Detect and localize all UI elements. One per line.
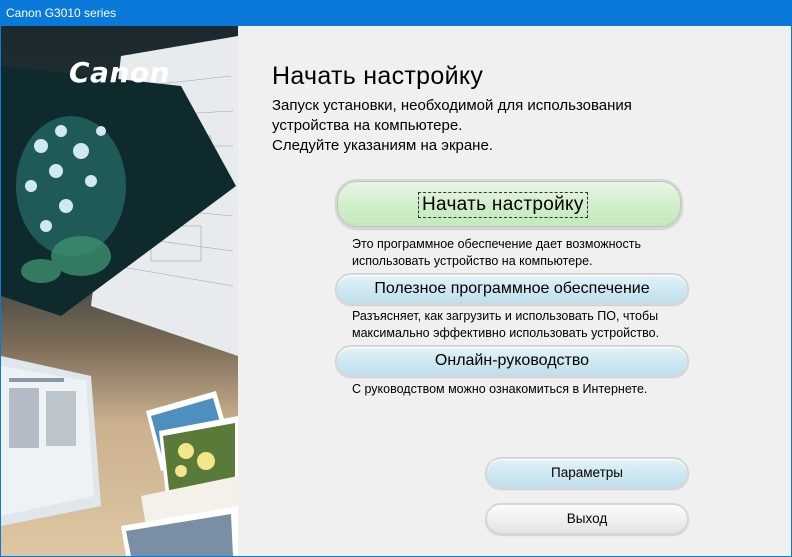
artwork-illustration bbox=[1, 36, 238, 556]
settings-button[interactable]: Параметры bbox=[485, 457, 689, 489]
intro-text: Запуск установки, необходимой для исполь… bbox=[272, 96, 632, 156]
exit-button[interactable]: Выход bbox=[485, 503, 689, 535]
intro-line: Следуйте указаниям на экране. bbox=[272, 137, 493, 154]
description-line: Это программное обеспечение дает возможн… bbox=[352, 237, 641, 251]
window-title: Canon G3010 series bbox=[6, 6, 117, 20]
installer-window: Canon Начать настройку Запуск установки,… bbox=[0, 26, 792, 557]
online-manual-button[interactable]: Онлайн-руководство bbox=[335, 345, 689, 377]
page-title: Начать настройку bbox=[272, 62, 484, 90]
useful-software-description: Разъясняет, как загрузить и использовать… bbox=[352, 308, 659, 342]
start-setup-button[interactable]: Начать настройку bbox=[335, 179, 683, 229]
canon-logo: Canon bbox=[69, 56, 171, 89]
intro-line: устройства на компьютере. bbox=[272, 117, 463, 134]
settings-label: Параметры bbox=[551, 465, 623, 480]
start-setup-description: Это программное обеспечение дает возможн… bbox=[352, 236, 641, 270]
online-manual-label: Онлайн-руководство bbox=[434, 352, 590, 369]
description-line: Разъясняет, как загрузить и использовать… bbox=[352, 309, 659, 323]
intro-line: Запуск установки, необходимой для исполь… bbox=[272, 97, 632, 114]
useful-software-button[interactable]: Полезное программное обеспечение bbox=[335, 273, 689, 305]
description-line: использовать устройство на компьютере. bbox=[352, 254, 593, 268]
exit-label: Выход bbox=[566, 511, 608, 526]
description-line: максимально эффективно использовать устр… bbox=[352, 326, 660, 340]
window-titlebar[interactable]: Canon G3010 series bbox=[0, 0, 792, 26]
start-setup-label: Начать настройку bbox=[418, 192, 588, 218]
online-manual-description: С руководством можно ознакомиться в Инте… bbox=[352, 381, 647, 398]
decorative-artwork: Canon bbox=[1, 26, 238, 556]
main-panel: Начать настройку Запуск установки, необх… bbox=[238, 26, 792, 556]
useful-software-label: Полезное программное обеспечение bbox=[374, 280, 650, 297]
description-line: С руководством можно ознакомиться в Инте… bbox=[352, 382, 648, 396]
